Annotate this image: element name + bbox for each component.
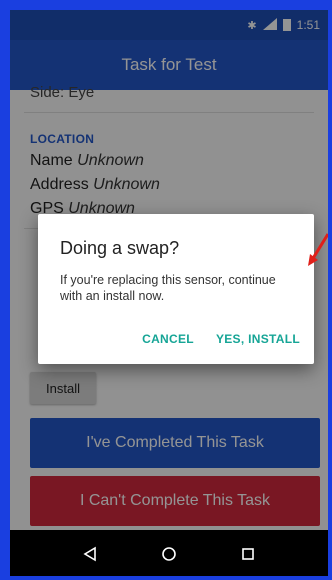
cancel-button[interactable]: CANCEL xyxy=(142,332,194,346)
yes-install-button[interactable]: YES, INSTALL xyxy=(216,332,300,346)
device-frame: ✱ 1:51 Task for Test Side: Eye LOCATION … xyxy=(0,0,332,580)
dialog-message: If you're replacing this sensor, continu… xyxy=(60,273,276,303)
screen: ✱ 1:51 Task for Test Side: Eye LOCATION … xyxy=(10,10,328,576)
swap-dialog: Doing a swap? If you're replacing this s… xyxy=(38,214,314,364)
nav-bar xyxy=(10,530,328,576)
dialog-actions: CANCEL YES, INSTALL xyxy=(142,332,300,346)
back-icon[interactable] xyxy=(70,534,110,574)
annotation-arrow-icon xyxy=(308,233,328,266)
home-icon[interactable] xyxy=(149,534,189,574)
dialog-title: Doing a swap? xyxy=(60,238,180,258)
recents-icon[interactable] xyxy=(228,534,268,574)
